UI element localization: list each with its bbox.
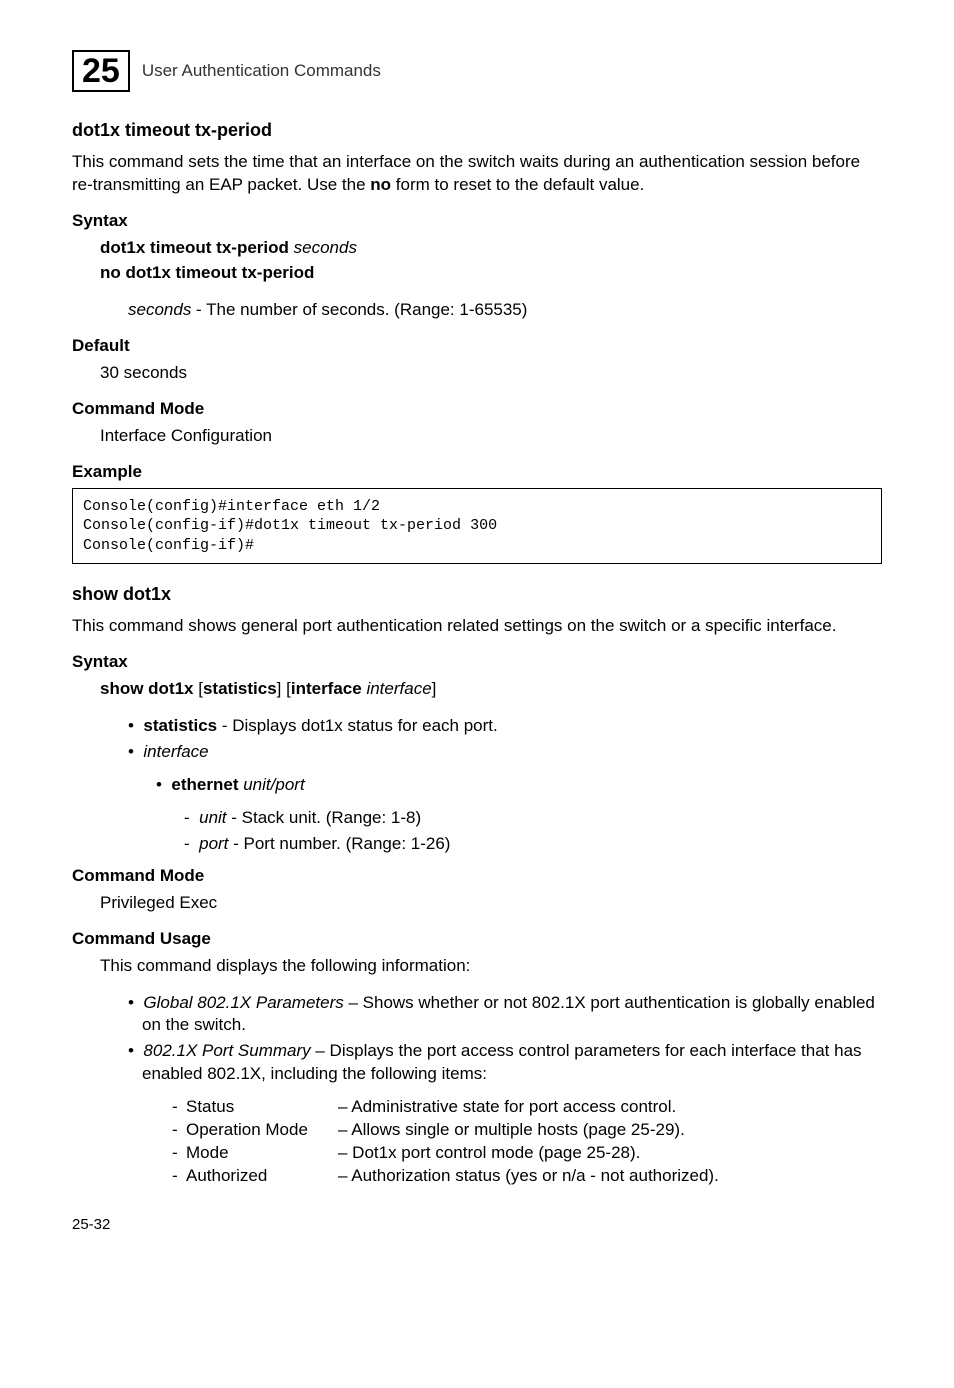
syntax-arg-seconds: seconds <box>294 238 357 257</box>
param-name-seconds: seconds <box>128 300 191 319</box>
default-value: 30 seconds <box>100 362 882 385</box>
syn-interface-arg: interface <box>366 679 431 698</box>
dash-opmode: -Operation Mode– Allows single or multip… <box>72 1119 882 1142</box>
dash-opmode-desc: – Allows single or multiple hosts (page … <box>338 1119 882 1142</box>
bullet-unit: - unit - Stack unit. (Range: 1-8) <box>72 807 882 830</box>
bullet-unit-it: unit <box>199 808 226 827</box>
bullet-statistics-kw: statistics <box>143 716 217 735</box>
command-mode-value: Interface Configuration <box>100 425 882 448</box>
chapter-header: 25 User Authentication Commands <box>72 50 882 92</box>
syntax-line-1: dot1x timeout tx-period seconds <box>100 237 882 260</box>
syn-bracket-3: ] <box>432 679 437 698</box>
syn-show-dot1x: show dot1x <box>100 679 194 698</box>
example-code-block: Console(config)#interface eth 1/2 Consol… <box>72 488 882 565</box>
syn-interface-kw: interface <box>291 679 362 698</box>
syntax-line-show: show dot1x [statistics] [interface inter… <box>100 678 882 701</box>
command-usage-heading: Command Usage <box>72 929 882 949</box>
bullet-unit-desc: - Stack unit. (Range: 1-8) <box>227 808 422 827</box>
command-mode-value-2: Privileged Exec <box>100 892 882 915</box>
bullet-statistics-desc: - Displays dot1x status for each port. <box>217 716 498 735</box>
section-description-2: This command shows general port authenti… <box>72 615 882 638</box>
syntax-heading-2: Syntax <box>72 652 882 672</box>
bullet-interface: • interface <box>72 741 882 764</box>
chapter-number-box: 25 <box>72 50 130 92</box>
example-heading: Example <box>72 462 882 482</box>
dash-mode-desc: – Dot1x port control mode (page 25-28). <box>338 1142 882 1165</box>
syn-bracket-1: [ <box>194 679 203 698</box>
bullet-interface-it: interface <box>143 742 208 761</box>
syntax-cmd-2: no dot1x timeout tx-period <box>100 263 314 282</box>
bullet-statistics: • statistics - Displays dot1x status for… <box>72 715 882 738</box>
bullet-ethernet-kw: ethernet <box>171 775 238 794</box>
param-desc-seconds: - The number of seconds. (Range: 1-65535… <box>191 300 527 319</box>
dash-icon: - <box>172 1119 186 1142</box>
usage-bullet-global: • Global 802.1X Parameters – Shows wheth… <box>72 992 882 1038</box>
syntax-cmd-1: dot1x timeout tx-period <box>100 238 294 257</box>
bullet-port-it: port <box>199 834 228 853</box>
syntax-param-seconds: seconds - The number of seconds. (Range:… <box>128 299 882 322</box>
dash-mode-label: Mode <box>186 1142 338 1165</box>
dash-authorized: -Authorized– Authorization status (yes o… <box>72 1165 882 1188</box>
command-mode-heading-2: Command Mode <box>72 866 882 886</box>
dash-icon: - <box>172 1142 186 1165</box>
dash-opmode-label: Operation Mode <box>186 1119 338 1142</box>
default-heading: Default <box>72 336 882 356</box>
dash-icon: - <box>172 1165 186 1188</box>
chapter-title: User Authentication Commands <box>142 61 381 81</box>
syn-bracket-2: ] [ <box>277 679 291 698</box>
usage-summary-it: 802.1X Port Summary <box>143 1041 310 1060</box>
syntax-heading: Syntax <box>72 211 882 231</box>
dash-status-label: Status <box>186 1096 338 1119</box>
page-content: 25 User Authentication Commands dot1x ti… <box>0 0 954 1273</box>
dash-icon: - <box>172 1096 186 1119</box>
bullet-port: - port - Port number. (Range: 1-26) <box>72 833 882 856</box>
dash-mode: -Mode– Dot1x port control mode (page 25-… <box>72 1142 882 1165</box>
dash-authorized-desc: – Authorization status (yes or n/a - not… <box>338 1165 882 1188</box>
section-description: This command sets the time that an inter… <box>72 151 882 197</box>
dash-status: -Status– Administrative state for port a… <box>72 1096 882 1119</box>
syntax-bullet-list-lvl1: • statistics - Displays dot1x status for… <box>72 715 882 764</box>
syntax-line-2: no dot1x timeout tx-period <box>100 262 882 285</box>
section-heading-dot1x-timeout: dot1x timeout tx-period <box>72 120 882 141</box>
command-mode-heading: Command Mode <box>72 399 882 419</box>
dash-status-desc: – Administrative state for port access c… <box>338 1096 882 1119</box>
bullet-ethernet: • ethernet unit/port <box>72 774 882 797</box>
desc-bold-no: no <box>370 175 391 194</box>
usage-bullet-list: • Global 802.1X Parameters – Shows wheth… <box>72 992 882 1087</box>
bullet-port-desc: - Port number. (Range: 1-26) <box>228 834 450 853</box>
dash-authorized-label: Authorized <box>186 1165 338 1188</box>
page-number: 25-32 <box>72 1216 882 1233</box>
section-heading-show-dot1x: show dot1x <box>72 584 882 605</box>
usage-bullet-summary: • 802.1X Port Summary – Displays the por… <box>72 1040 882 1086</box>
bullet-ethernet-unit: unit <box>243 775 270 794</box>
syn-statistics: statistics <box>203 679 277 698</box>
syntax-bullet-list-lvl2: • ethernet unit/port <box>72 774 882 797</box>
bullet-ethernet-port: port <box>275 775 304 794</box>
desc-text-post: form to reset to the default value. <box>391 175 644 194</box>
syntax-bullet-list-lvl3: - unit - Stack unit. (Range: 1-8) - port… <box>72 807 882 856</box>
command-usage-intro: This command displays the following info… <box>100 955 882 978</box>
usage-dash-list: -Status– Administrative state for port a… <box>72 1096 882 1188</box>
usage-global-it: Global 802.1X Parameters <box>143 993 343 1012</box>
